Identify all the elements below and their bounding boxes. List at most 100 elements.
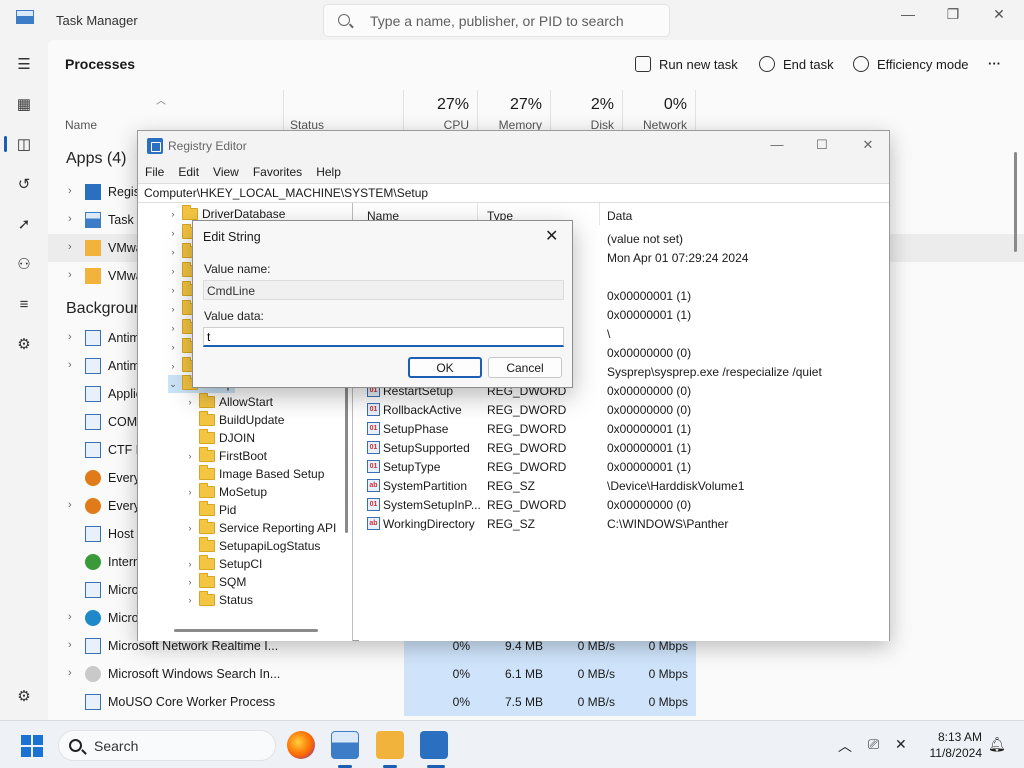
expand-chevron-icon[interactable]: › [168,323,178,333]
efficiency-mode-button[interactable]: Efficiency mode [853,56,969,72]
menu-file[interactable]: File [138,161,171,183]
run-new-task-button[interactable]: Run new task [635,56,738,72]
expand-chevron-icon[interactable]: › [68,269,72,281]
process-search-input[interactable]: Type a name, publisher, or PID to search [323,4,670,37]
menu-view[interactable]: View [206,161,246,183]
expand-chevron-icon[interactable]: › [68,241,72,253]
expand-chevron-icon[interactable]: › [168,266,178,276]
maximize-icon[interactable]: ☐ [807,137,837,155]
tree-item[interactable]: BuildUpdate [185,411,284,429]
expand-chevron-icon[interactable]: › [185,559,195,569]
notification-bell-icon[interactable]: 🔔︎ [988,736,1006,753]
value-data-input[interactable] [203,327,564,347]
hamburger-menu-icon[interactable]: ☰ [12,52,36,76]
expand-chevron-icon[interactable]: › [68,359,72,371]
close-icon[interactable]: ✕ [545,226,558,246]
expand-chevron-icon[interactable]: › [185,451,195,461]
end-task-button[interactable]: End task [759,56,834,72]
expand-chevron-icon[interactable]: › [168,228,178,238]
chevron-up-icon[interactable]: ︿ [838,736,852,756]
expand-chevron-icon[interactable]: › [168,285,178,295]
details-nav-icon[interactable]: ≡ [12,292,36,316]
tree-item[interactable]: › AllowStart [185,393,273,411]
startup-apps-nav-icon[interactable]: ➚ [12,212,36,236]
tree-item[interactable]: Image Based Setup [185,465,324,483]
registry-editor-taskbar-icon[interactable] [420,731,448,759]
clock-time: 8:13 AM [937,730,982,744]
windows-start-icon[interactable] [21,735,43,757]
address-bar[interactable]: Computer\HKEY_LOCAL_MACHINE\SYSTEM\Setup [138,183,889,203]
tree-item[interactable]: › SetupCI [185,555,262,573]
expand-chevron-icon[interactable]: › [68,331,72,343]
expand-chevron-icon[interactable]: › [168,361,178,371]
ok-button[interactable]: OK [408,357,482,378]
value-data: 0x00000000 (0) [607,498,692,512]
menu-help[interactable]: Help [309,161,348,183]
value-row[interactable]: 01 SetupType REG_DWORD 0x00000001 (1) [359,457,889,476]
expand-chevron-icon[interactable]: › [185,577,195,587]
tree-item[interactable]: › FirstBoot [185,447,267,465]
close-icon[interactable]: ✕ [853,137,883,155]
expand-chevron-icon[interactable]: › [68,499,72,511]
vmware-taskbar-icon[interactable] [376,731,404,759]
collapse-chevron-icon[interactable]: ⌄ [168,379,178,390]
expand-chevron-icon[interactable]: › [68,213,72,225]
expand-chevron-icon[interactable]: › [185,523,195,533]
maximize-icon[interactable]: ❐ [938,6,968,26]
services-nav-icon[interactable]: ⚙ [12,332,36,356]
minimize-icon[interactable]: — [893,6,923,26]
string-value-icon: ab [367,517,380,530]
expand-chevron-icon[interactable]: › [185,595,195,605]
tree-horizontal-scrollbar[interactable] [174,629,318,632]
menu-favorites[interactable]: Favorites [246,161,309,183]
expand-chevron-icon[interactable]: › [68,639,72,651]
network-icon[interactable]: ⎚ [868,736,879,753]
expand-chevron-icon[interactable]: › [68,185,72,197]
taskbar-clock[interactable]: 8:13 AM 11/8/2024 [922,729,983,761]
tree-item[interactable]: › Service Reporting API [185,519,336,537]
expand-chevron-icon[interactable]: › [168,209,178,219]
expand-chevron-icon[interactable]: › [185,487,195,497]
process-row[interactable]: MoUSO Core Worker Process 0% 7.5 MB 0 MB… [48,688,1024,716]
firefox-icon[interactable] [287,731,315,759]
column-name-label: Name [65,118,98,132]
expand-chevron-icon[interactable]: › [68,611,72,623]
close-icon[interactable]: ✕ [984,6,1014,26]
app-history-nav-icon[interactable]: ↺ [12,172,36,196]
processes-nav-icon[interactable]: ▦ [12,92,36,116]
tree-item[interactable]: › SQM [185,573,246,591]
tree-item[interactable]: SetupapiLogStatus [185,537,320,555]
value-row[interactable]: 01 SetupSupported REG_DWORD 0x00000001 (1) [359,438,889,457]
taskbar-search-box[interactable]: Search [58,730,276,761]
expand-chevron-icon[interactable]: › [68,667,72,679]
expand-chevron-icon[interactable]: › [168,247,178,257]
value-row[interactable]: ab WorkingDirectory REG_SZ C:\WINDOWS\Panth… [359,514,889,533]
tree-item[interactable]: Pid [185,501,236,519]
column-divider[interactable] [599,203,600,225]
performance-nav-icon[interactable]: ◫ [12,132,36,156]
expand-chevron-icon[interactable]: › [185,397,195,407]
settings-nav-icon[interactable]: ⚙ [12,684,36,708]
users-nav-icon[interactable]: ⚇ [12,252,36,276]
end-task-icon [759,56,775,72]
expand-chevron-icon[interactable]: › [168,304,178,314]
tree-item[interactable]: › MoSetup [185,483,267,501]
value-row[interactable]: 01 RollbackActive REG_DWORD 0x00000000 (0) [359,400,889,419]
value-row[interactable]: 01 SystemSetupInP... REG_DWORD 0x00000000 (… [359,495,889,514]
tree-item-label: DriverDatabase [202,207,286,221]
tree-item[interactable]: DJOIN [185,429,255,447]
value-row[interactable]: ab SystemPartition REG_SZ \Device\HarddiskV… [359,476,889,495]
volume-muted-icon[interactable]: ✕ [895,736,907,753]
more-options-button[interactable]: ··· [988,56,1001,71]
minimize-icon[interactable]: — [762,137,792,155]
menu-edit[interactable]: Edit [171,161,206,183]
value-row[interactable]: 01 SetupPhase REG_DWORD 0x00000001 (1) [359,419,889,438]
process-row[interactable]: › Microsoft Windows Search In... 0% 6.1 … [48,660,1024,688]
tree-item[interactable]: › Status [185,591,253,609]
value-data: Mon Apr 01 07:29:24 2024 [607,251,749,265]
process-list-scrollbar[interactable] [1014,152,1017,252]
task-manager-taskbar-icon[interactable] [331,731,359,759]
column-header-data[interactable]: Data [607,209,632,223]
cancel-button[interactable]: Cancel [488,357,562,378]
expand-chevron-icon[interactable]: › [168,342,178,352]
